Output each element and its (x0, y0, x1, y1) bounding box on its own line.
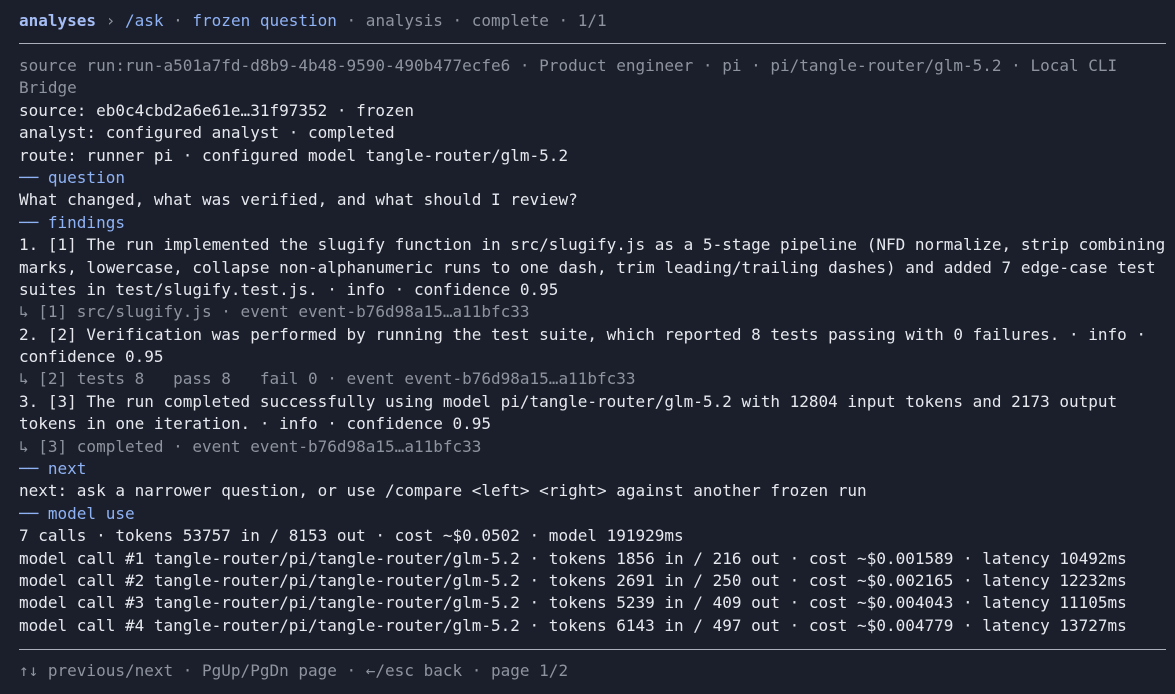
source-run-line-wrap: Bridge (19, 78, 77, 98)
finding-text-line: tokens in one iteration. · info · confid… (19, 414, 492, 434)
model-use-summary: 7 calls · tokens 53757 in / 8153 out · c… (19, 526, 684, 546)
model-call-row: model call #1 tangle-router/pi/tangle-ro… (19, 548, 1127, 568)
finding-text-line: confidence 0.95 (19, 347, 164, 367)
header-divider (19, 43, 1166, 44)
footer-divider (19, 649, 1166, 650)
finding-text-line: 3. [3] The run completed successfully us… (19, 391, 1118, 411)
header-bar: analyses › /ask · frozen question · anal… (19, 10, 1169, 32)
finding-evidence[interactable]: ↳ [1] src/slugify.js · event event-b76d9… (19, 301, 1169, 323)
finding-text-line: marks, lowercase, collapse non-alphanume… (19, 257, 1156, 277)
model-call-row: model call #2 tangle-router/pi/tangle-ro… (19, 570, 1127, 590)
source-run-line: source run:run-a501a7fd-d8b9-4b48-9590-4… (19, 56, 1118, 75)
breadcrumb-separator: › (96, 11, 125, 30)
analyst-line: analyst: configured analyst · completed (19, 123, 395, 143)
breadcrumb: analyses › /ask · frozen question · anal… (19, 10, 1169, 32)
finding-text-line: 2. [2] Verification was performed by run… (19, 324, 1147, 344)
finding-item[interactable]: 2. [2] Verification was performed by run… (19, 324, 1169, 391)
breadcrumb-status: · analysis · complete · 1/1 (336, 11, 607, 30)
breadcrumb-view: frozen question (192, 11, 337, 30)
question-text: What changed, what was verified, and wha… (19, 190, 578, 210)
breadcrumb-dot: · (163, 11, 193, 30)
finding-item[interactable]: 3. [3] The run completed successfully us… (19, 391, 1169, 458)
finding-item[interactable]: 1. [1] The run implemented the slugify f… (19, 234, 1169, 324)
route-line: route: runner pi · configured model tang… (19, 145, 569, 165)
keyboard-hints: ↑↓ previous/next · PgUp/PgDn page · ←/es… (19, 661, 569, 680)
finding-text-line: suites in test/slugify.test.js. · info ·… (19, 279, 559, 299)
breadcrumb-route[interactable]: /ask (125, 11, 164, 30)
finding-text-line: 1. [1] The run implemented the slugify f… (19, 235, 1166, 255)
model-call-row: model call #3 tangle-router/pi/tangle-ro… (19, 593, 1127, 613)
app-title[interactable]: analyses (19, 11, 96, 30)
model-call-row: model call #4 tangle-router/pi/tangle-ro… (19, 615, 1127, 635)
model-use-heading: ── model use (19, 503, 135, 523)
finding-evidence[interactable]: ↳ [3] completed · event event-b76d98a15…… (19, 436, 1169, 458)
source-hash-line: source: eb0c4cbd2a6e61e…31f97352 · froze… (19, 100, 414, 120)
findings-heading: ── findings (19, 212, 125, 232)
finding-evidence[interactable]: ↳ [2] tests 8 pass 8 fail 0 · event even… (19, 368, 1169, 390)
question-heading: ── question (19, 167, 125, 187)
next-text: next: ask a narrower question, or use /c… (19, 481, 867, 501)
analysis-content[interactable]: source run:run-a501a7fd-d8b9-4b48-9590-4… (19, 55, 1169, 637)
next-heading: ── next (19, 459, 87, 479)
